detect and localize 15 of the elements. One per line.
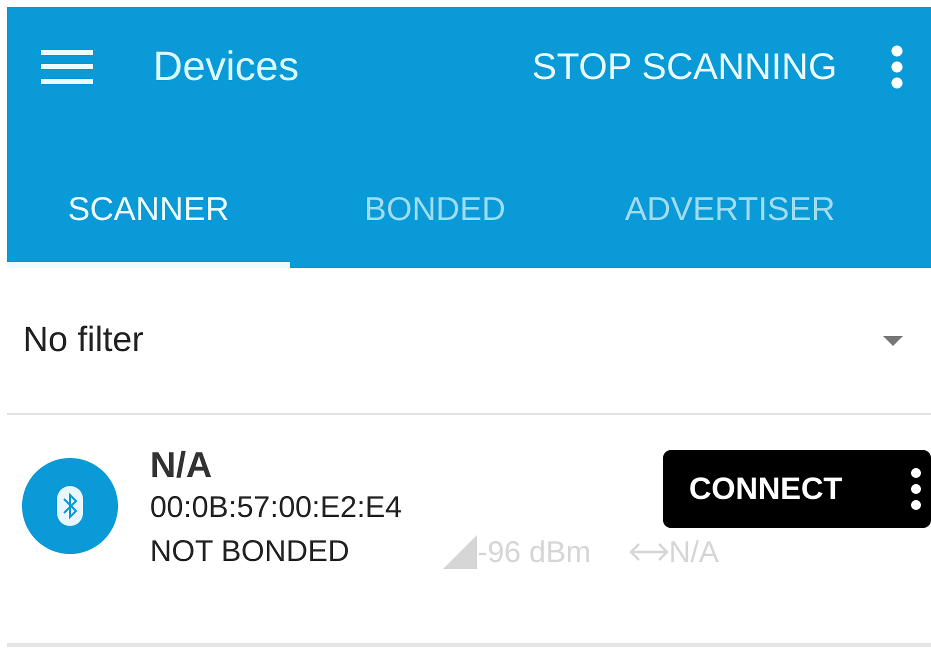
device-address: 00:0B:57:00:E2:E4	[150, 490, 402, 526]
connect-button[interactable]: CONNECT	[663, 450, 931, 528]
signal-icon	[443, 535, 478, 570]
tab[interactable]: ADVERTISER	[580, 156, 880, 268]
app-title: Devices	[153, 42, 299, 92]
tab[interactable]: SCANNER	[7, 156, 290, 268]
dropdown-caret-icon	[883, 336, 903, 346]
filter-dropdown[interactable]: No filter	[7, 268, 931, 415]
more-options-icon[interactable]	[911, 468, 921, 510]
bond-state: NOT BONDED	[150, 534, 350, 570]
menu-icon[interactable]	[41, 50, 93, 84]
interval-icon	[628, 541, 669, 564]
tab[interactable]: BONDED	[290, 156, 580, 268]
stop-scanning-button[interactable]: STOP SCANNING	[532, 39, 837, 95]
device-name: N/A	[150, 443, 213, 486]
